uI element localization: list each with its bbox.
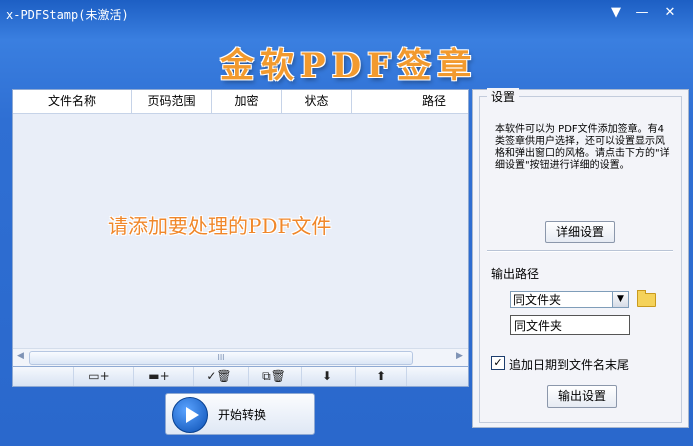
remove-all-icon: ⧉🗑 [262,369,286,383]
column-header-path[interactable]: 路径 [352,90,468,113]
output-path-field[interactable]: 同文件夹 [510,315,630,335]
start-convert-label: 开始转换 [218,408,267,422]
scroll-left-icon[interactable]: ◀ [17,351,24,361]
settings-description: 本软件可以为 PDF文件添加签章。有4类签章供用户选择，还可以设置显示风格和弹出… [495,124,670,171]
folder-icon[interactable] [637,290,656,307]
add-file-button[interactable]: ▭+ [73,367,124,386]
settings-divider [487,250,673,252]
remove-all-button[interactable]: ⧉🗑 [248,367,299,386]
column-header-filename[interactable]: 文件名称 [13,90,132,113]
remove-checked-icon: ✓🗑 [206,369,232,383]
horizontal-scrollbar[interactable]: ◀ III ▶ [13,348,468,366]
scrollbar-thumb[interactable]: III [29,351,413,365]
window-title: x-PDFStamp(未激活) [6,8,129,22]
output-settings-button[interactable]: 输出设置 [547,385,617,408]
file-list[interactable]: 文件名称 页码范围 加密 状态 路径 请添加要处理的PDF文件 ◀ III ▶ [12,89,469,367]
title-bar[interactable]: x-PDFStamp(未激活) ▼ — ✕ [0,0,693,26]
add-folder-button[interactable]: ▬+ [133,367,184,386]
add-folder-icon: ▬+ [148,369,170,383]
column-header-encryption[interactable]: 加密 [212,90,282,113]
move-up-button[interactable]: ⬆ [355,367,407,386]
add-file-icon: ▭+ [88,369,110,383]
append-date-label: 追加日期到文件名末尾 [509,358,630,372]
list-toolbar: ▭+ ▬+ ✓🗑 ⧉🗑 ⬇ ⬆ [12,366,469,387]
empty-list-hint: 请添加要处理的PDF文件 [108,214,332,238]
detail-settings-button[interactable]: 详细设置 [545,221,615,243]
minimize-icon[interactable]: — [632,5,652,21]
arrow-down-icon: ⬇ [321,369,333,383]
file-list-header: 文件名称 页码范围 加密 状态 路径 [13,90,468,114]
app-window: x-PDFStamp(未激活) ▼ — ✕ 金软PDF签章 文件名称 页码范围 … [0,0,693,446]
close-icon[interactable]: ✕ [660,5,680,21]
chevron-down-icon[interactable]: ▼ [612,291,629,308]
scroll-right-icon[interactable]: ▶ [456,351,463,361]
start-convert-button[interactable]: 开始转换 [165,393,315,435]
output-path-label: 输出路径 [491,267,540,281]
remove-checked-button[interactable]: ✓🗑 [193,367,244,386]
column-header-status[interactable]: 状态 [282,90,352,113]
menu-dropdown-icon[interactable]: ▼ [606,5,626,21]
app-logo: 金软PDF签章 [220,46,478,86]
play-icon [172,397,208,433]
settings-panel: 设置 本软件可以为 PDF文件添加签章。有4类签章供用户选择，还可以设置显示风格… [472,88,689,428]
append-date-checkbox[interactable]: ✓ [491,356,505,370]
move-down-button[interactable]: ⬇ [301,367,352,386]
arrow-up-icon: ⬆ [375,369,387,383]
settings-legend: 设置 [487,88,520,105]
column-header-page-range[interactable]: 页码范围 [132,90,212,113]
